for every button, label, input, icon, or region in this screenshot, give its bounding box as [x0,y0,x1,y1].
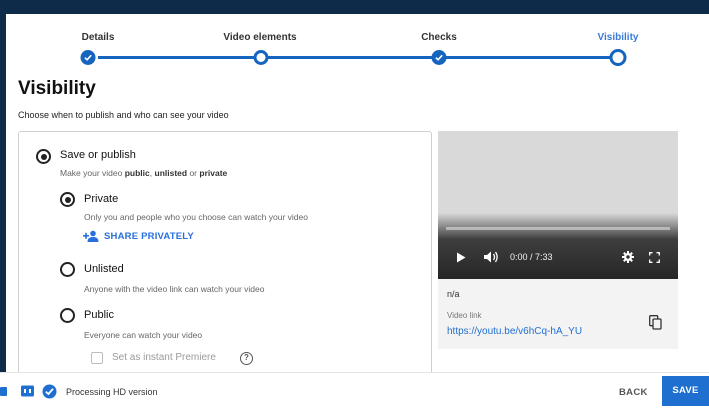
step-video-elements-dot[interactable] [253,50,269,65]
save-button[interactable]: SAVE [662,376,709,406]
step-video-elements-label[interactable]: Video elements [223,32,296,43]
save-publish-panel: Save or publish Make your video public, … [18,131,432,401]
play-icon[interactable] [456,252,466,263]
private-label[interactable]: Private [84,193,118,205]
step-checks-label[interactable]: Checks [421,32,457,43]
fullscreen-icon[interactable] [649,252,660,263]
visibility-dialog: Details Video elements Checks Visibility… [6,14,709,414]
check-circle-icon [42,384,57,399]
unlisted-label[interactable]: Unlisted [84,263,124,275]
page-title: Visibility [18,78,96,99]
unlisted-desc: Anyone with the video link can watch you… [84,284,265,294]
help-icon[interactable]: ? [240,352,253,365]
instant-premiere-label[interactable]: Set as instant Premiere [112,352,216,363]
video-info-card: n/a Video link https://youtu.be/v6hCq-hA… [438,279,678,349]
public-label[interactable]: Public [84,309,114,321]
private-radio[interactable] [60,192,75,207]
page-subtitle: Choose when to publish and who can see y… [18,110,229,120]
instant-premiere-checkbox[interactable] [91,352,103,364]
hd-badge-icon [21,385,34,397]
share-privately-link[interactable]: SHARE PRIVATELY [104,231,194,242]
video-progress-bar[interactable] [446,227,670,230]
settings-gear-icon[interactable] [622,251,634,263]
video-title: n/a [447,289,460,299]
sd-badge-icon [0,387,7,396]
video-controls-shade [438,213,678,279]
step-details-check-icon[interactable] [80,50,96,65]
step-checks-check-icon[interactable] [431,50,447,65]
volume-icon[interactable] [484,251,500,263]
save-publish-label[interactable]: Save or publish [60,149,136,161]
video-preview[interactable]: 0:00 / 7:33 [438,131,678,279]
public-desc: Everyone can watch your video [84,330,203,340]
step-visibility-dot[interactable] [609,49,627,66]
save-publish-desc: Make your video public, unlisted or priv… [60,168,228,178]
step-details-label[interactable]: Details [82,32,115,43]
video-time: 0:00 / 7:33 [510,252,553,262]
public-radio[interactable] [60,308,75,323]
back-button[interactable]: BACK [619,387,648,398]
save-publish-radio[interactable] [36,149,51,164]
private-desc: Only you and people who you choose can w… [84,212,308,222]
dialog-footer: Processing HD version BACK SAVE [0,372,709,414]
video-link-label: Video link [447,311,482,320]
upload-stepper: Details Video elements Checks Visibility [6,14,709,80]
add-person-icon[interactable] [83,230,99,242]
stepper-track [98,56,618,59]
copy-icon[interactable] [649,315,662,330]
unlisted-radio[interactable] [60,262,75,277]
video-link[interactable]: https://youtu.be/v6hCq-hA_YU [447,326,582,337]
processing-status: Processing HD version [66,387,158,397]
step-visibility-label[interactable]: Visibility [598,32,639,43]
